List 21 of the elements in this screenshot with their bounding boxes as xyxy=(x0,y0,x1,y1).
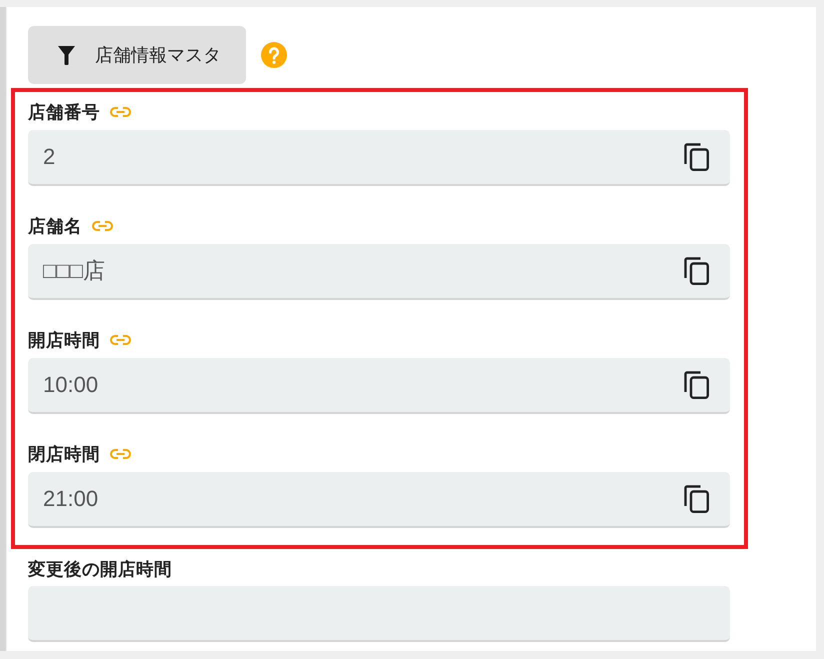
link-icon[interactable] xyxy=(110,449,131,459)
field-label: 店舗名 xyxy=(28,216,82,236)
link-icon[interactable] xyxy=(110,335,131,345)
help-icon[interactable] xyxy=(261,42,287,68)
copy-icon[interactable] xyxy=(684,143,709,171)
field-label: 開店時間 xyxy=(28,330,100,350)
input-field[interactable]: 2 xyxy=(28,130,730,186)
input-field[interactable] xyxy=(28,586,730,642)
field-label: 店舗番号 xyxy=(28,102,100,122)
input-field[interactable]: 21:00 xyxy=(28,472,730,528)
copy-icon[interactable] xyxy=(684,257,709,285)
filter-icon xyxy=(58,46,75,64)
copy-icon[interactable] xyxy=(684,371,709,399)
copy-icon[interactable] xyxy=(684,485,709,513)
field-label: 閉店時間 xyxy=(28,444,100,464)
filter-button[interactable]: 店舗情報マスタ xyxy=(28,26,246,84)
input-field[interactable]: □□□店 xyxy=(28,244,730,300)
input-field[interactable]: 10:00 xyxy=(28,358,730,414)
field-label: 変更後の開店時間 xyxy=(28,559,172,579)
link-icon[interactable] xyxy=(92,221,113,231)
link-icon[interactable] xyxy=(110,107,131,117)
